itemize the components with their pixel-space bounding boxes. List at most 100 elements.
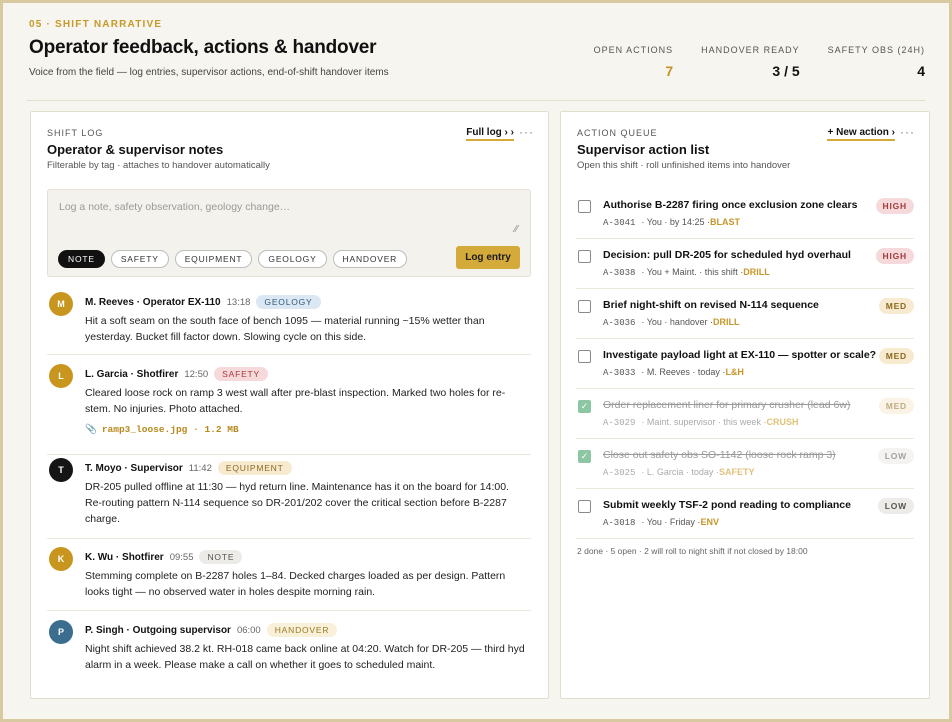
shift-log-panel: SHIFT LOG Operator & supervisor notes Fi… [30, 111, 549, 699]
entry-author: P. Singh · Outgoing supervisor [85, 624, 231, 636]
action-category: CRUSH [766, 417, 799, 427]
full-log-link[interactable]: Full log › › [466, 127, 514, 141]
header-divider [27, 100, 925, 101]
action-category: DRILL [743, 267, 770, 277]
action-id: A-3036 [603, 318, 636, 328]
panel-subtitle: Filterable by tag · attaches to handover… [47, 160, 270, 171]
stat-label: OPEN ACTIONS [593, 45, 674, 55]
action-item: ✓ Close out safety obs SO-1142 (loose ro… [576, 439, 914, 489]
log-entry-button[interactable]: Log entry [456, 246, 520, 269]
panel-eyebrow: SHIFT LOG [47, 128, 104, 138]
entry-author: L. Garcia · Shotfirer [85, 368, 179, 380]
priority-badge: HIGH [875, 198, 914, 214]
entry-tag: NOTE [199, 550, 243, 564]
entry-time: 13:18 [226, 296, 251, 308]
action-checkbox[interactable] [578, 300, 591, 313]
page-header: 05 · SHIFT NARRATIVE Operator feedback, … [27, 13, 925, 103]
page-title: Operator feedback, actions & handover [29, 37, 377, 58]
panel-title: Supervisor action list [577, 142, 710, 157]
entry-body: DR-205 pulled offline at 11:30 — hyd ret… [85, 481, 509, 525]
entry-tag: GEOLOGY [256, 295, 321, 309]
tag-handover[interactable]: HANDOVER [332, 250, 408, 268]
action-owner: · You · handover · [641, 317, 713, 327]
action-title: Authorise B-2287 firing once exclusion z… [603, 199, 858, 211]
action-title: Decision: pull DR-205 for scheduled hyd … [603, 249, 851, 261]
action-checkbox[interactable] [578, 350, 591, 363]
tag-geology[interactable]: GEOLOGY [258, 250, 327, 268]
panel-subtitle: Open this shift · roll unfinished items … [577, 160, 791, 171]
action-id: A-3041 [603, 218, 636, 228]
action-item: Submit weekly TSF-2 pond reading to comp… [576, 489, 914, 539]
panel-title: Operator & supervisor notes [47, 142, 224, 157]
action-meta: A-3036 · You · handover ·DRILL [603, 317, 739, 328]
page-subtitle: Voice from the field — log entries, supe… [29, 67, 389, 78]
stat-safety-obs: SAFETY OBS (24H) 4 [828, 45, 925, 79]
action-id: A-3018 [603, 518, 636, 528]
action-queue-panel: ACTION QUEUE Supervisor action list Open… [560, 111, 930, 699]
tag-safety[interactable]: SAFETY [110, 250, 169, 268]
action-title: Investigate payload light at EX-110 — sp… [603, 349, 877, 361]
action-meta: A-3025 · L. Garcia · today ·SAFETY [603, 467, 754, 478]
priority-badge: HIGH [875, 248, 914, 264]
stat-label: HANDOVER READY [701, 45, 800, 55]
tag-note[interactable]: NOTE [58, 250, 105, 268]
action-checkbox[interactable] [578, 200, 591, 213]
avatar: K [49, 547, 73, 571]
action-title: Order replacement liner for primary crus… [603, 399, 851, 411]
action-checkbox-checked[interactable]: ✓ [578, 400, 591, 413]
action-category: DRILL [712, 317, 740, 327]
stat-open-actions: OPEN ACTIONS 7 [594, 45, 674, 79]
action-id: A-3029 [603, 418, 636, 428]
action-owner: · You · by 14:25 · [641, 217, 710, 227]
action-id: A-3033 [603, 368, 636, 378]
stat-label: SAFETY OBS (24H) [827, 45, 925, 55]
entry-body: Hit a soft seam on the south face of ben… [85, 315, 485, 343]
entry-header: K. Wu · Shotfirer 09:55 NOTE [85, 550, 243, 564]
attachment-name: ramp3_loose.jpg · 1.2 MB [101, 424, 239, 435]
attachment-link[interactable]: 📎 ramp3_loose.jpg · 1.2 MB [85, 424, 239, 435]
entry-author: M. Reeves · Operator EX-110 [85, 296, 221, 308]
entry-body: Night shift achieved 38.2 kt. RH-018 cam… [85, 643, 525, 671]
action-owner: · You + Maint. · this shift · [641, 267, 744, 277]
action-category: ENV [700, 517, 719, 527]
action-id: A-3025 [603, 468, 636, 478]
entry-time: 09:55 [169, 551, 194, 563]
entry-tag: SAFETY [214, 367, 269, 381]
entry-time: 12:50 [184, 368, 209, 380]
action-item: ✓ Order replacement liner for primary cr… [576, 389, 914, 439]
new-action-button[interactable]: + New action › [827, 127, 895, 141]
stat-value: 7 [665, 63, 674, 79]
priority-badge: LOW [877, 498, 914, 514]
avatar: T [49, 458, 73, 482]
log-compose-box[interactable]: Log a note, safety observation, geology … [47, 189, 531, 277]
entry-time: 11:42 [188, 462, 212, 474]
entry-author: K. Wu · Shotfirer [85, 551, 164, 563]
tag-selector: NOTE SAFETY EQUIPMENT GEOLOGY HANDOVER [58, 250, 413, 268]
resize-handle-icon[interactable]: ⁄⁄ [515, 224, 518, 235]
entry-author: T. Moyo · Supervisor [85, 462, 183, 474]
entry-tag: EQUIPMENT [217, 461, 292, 475]
panel-eyebrow: ACTION QUEUE [577, 128, 658, 138]
action-category: SAFETY [718, 467, 755, 477]
stat-value: 3 / 5 [772, 63, 800, 79]
more-options-icon[interactable]: ··· [519, 125, 534, 139]
action-meta: A-3018 · You · Friday ·ENV [603, 517, 719, 528]
paperclip-icon: 📎 [85, 424, 97, 435]
action-checkbox[interactable] [578, 250, 591, 263]
action-title: Close out safety obs SO-1142 (loose rock… [603, 449, 836, 461]
action-title: Brief night-shift on revised N-114 seque… [603, 299, 819, 311]
avatar: L [49, 364, 73, 388]
header-stats: OPEN ACTIONS 7 HANDOVER READY 3 / 5 SAFE… [566, 45, 925, 79]
log-input[interactable]: Log a note, safety observation, geology … [59, 201, 290, 213]
action-item: Investigate payload light at EX-110 — sp… [576, 339, 914, 389]
avatar: M [49, 292, 73, 316]
entry-header: T. Moyo · Supervisor 11:42 EQUIPMENT [85, 461, 292, 475]
tag-equipment[interactable]: EQUIPMENT [174, 250, 253, 268]
action-owner: · L. Garcia · today · [641, 467, 719, 477]
action-checkbox[interactable] [578, 500, 591, 513]
app-frame: 05 · SHIFT NARRATIVE Operator feedback, … [0, 0, 952, 722]
entry-header: L. Garcia · Shotfirer 12:50 SAFETY [85, 367, 269, 381]
stat-handover-ready: HANDOVER READY 3 / 5 [701, 45, 800, 79]
action-checkbox-checked[interactable]: ✓ [578, 450, 591, 463]
more-options-icon[interactable]: ··· [900, 125, 915, 139]
